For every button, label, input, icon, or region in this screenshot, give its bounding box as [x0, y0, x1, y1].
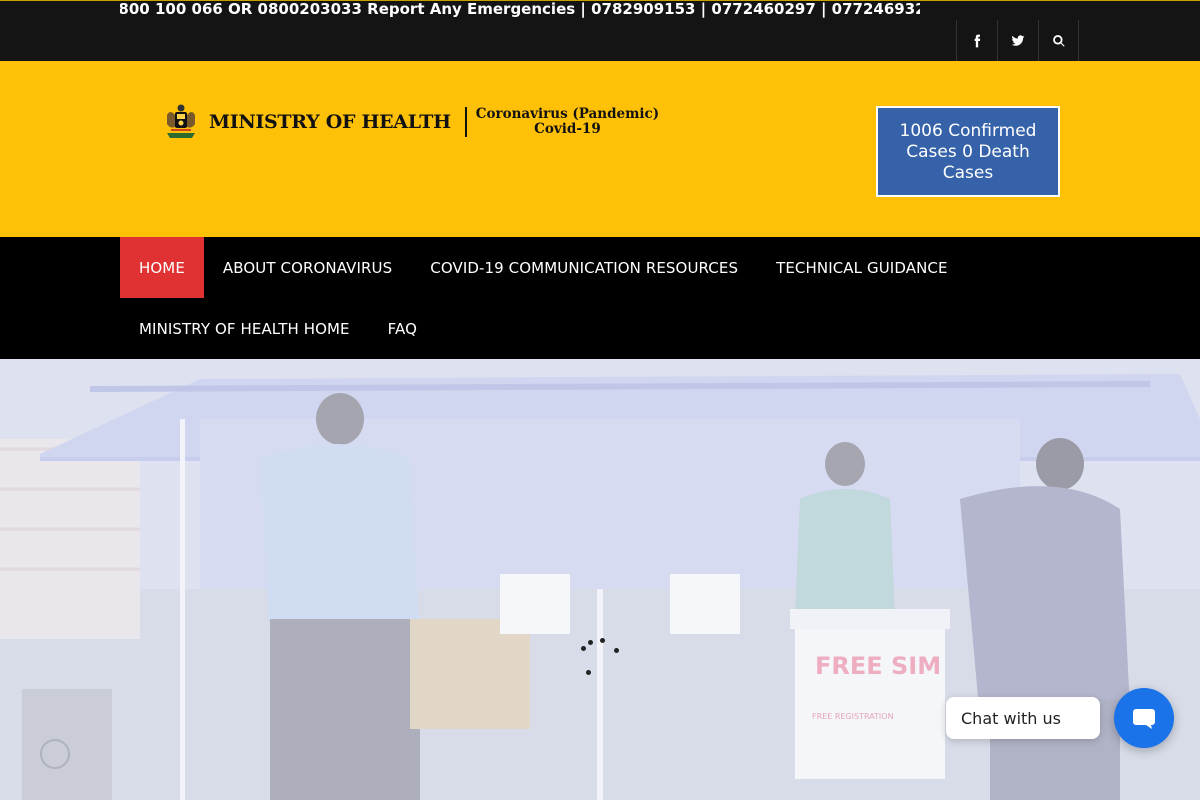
- logo-divider: [464, 107, 467, 137]
- nav-item-technical-guidance[interactable]: TECHNICAL GUIDANCE: [757, 237, 966, 298]
- site-logo[interactable]: MINISTRY OF HEALTH Coronavirus (Pandemic…: [163, 103, 659, 141]
- spinner-dot: [600, 638, 605, 643]
- emergency-ticker: 0800 100 066 OR 0800203033 Report Any Em…: [120, 1, 920, 19]
- cases-counter[interactable]: 1006 Confirmed Cases 0 Death Cases: [876, 106, 1060, 197]
- logo-subtitle-line1: Coronavirus (Pandemic): [475, 106, 660, 122]
- social-links: [956, 20, 1079, 61]
- spinner-dot: [581, 646, 586, 651]
- nav-row-2: MINISTRY OF HEALTH HOME FAQ: [120, 298, 436, 359]
- nav-item-ministry-home[interactable]: MINISTRY OF HEALTH HOME: [120, 298, 369, 359]
- nav-item-communication-resources[interactable]: COVID-19 COMMUNICATION RESOURCES: [411, 237, 757, 298]
- ticker-text: 0800 100 066 OR 0800203033 Report Any Em…: [120, 1, 920, 18]
- spinner-dot: [588, 640, 593, 645]
- spinner-dot: [614, 648, 619, 653]
- nav-item-faq[interactable]: FAQ: [369, 298, 436, 359]
- nav-item-about-coronavirus[interactable]: ABOUT CORONAVIRUS: [204, 237, 411, 298]
- facebook-icon: [974, 34, 981, 47]
- logo-subtitle-line2: Covid-19: [534, 121, 601, 137]
- search-button[interactable]: [1038, 20, 1079, 61]
- top-bar: 0800 100 066 OR 0800203033 Report Any Em…: [0, 0, 1200, 61]
- twitter-button[interactable]: [997, 20, 1038, 61]
- facebook-button[interactable]: [956, 20, 997, 61]
- chat-prompt[interactable]: Chat with us: [946, 697, 1100, 739]
- logo-title: MINISTRY OF HEALTH: [209, 111, 451, 133]
- loading-spinner: [578, 636, 622, 680]
- nav-row-1: HOME ABOUT CORONAVIRUS COVID-19 COMMUNIC…: [120, 237, 967, 298]
- logo-subtitle: Coronavirus (Pandemic) Covid-19: [476, 107, 659, 137]
- search-icon: [1052, 34, 1065, 47]
- chat-icon: [1133, 709, 1155, 729]
- coat-of-arms-icon: [167, 104, 195, 138]
- twitter-icon: [1011, 34, 1025, 46]
- nav-item-home[interactable]: HOME: [120, 237, 204, 298]
- chat-launcher-button[interactable]: [1114, 688, 1174, 748]
- site-header: MINISTRY OF HEALTH Coronavirus (Pandemic…: [0, 61, 1200, 237]
- spinner-dot: [586, 670, 591, 675]
- main-nav: HOME ABOUT CORONAVIRUS COVID-19 COMMUNIC…: [0, 237, 1200, 359]
